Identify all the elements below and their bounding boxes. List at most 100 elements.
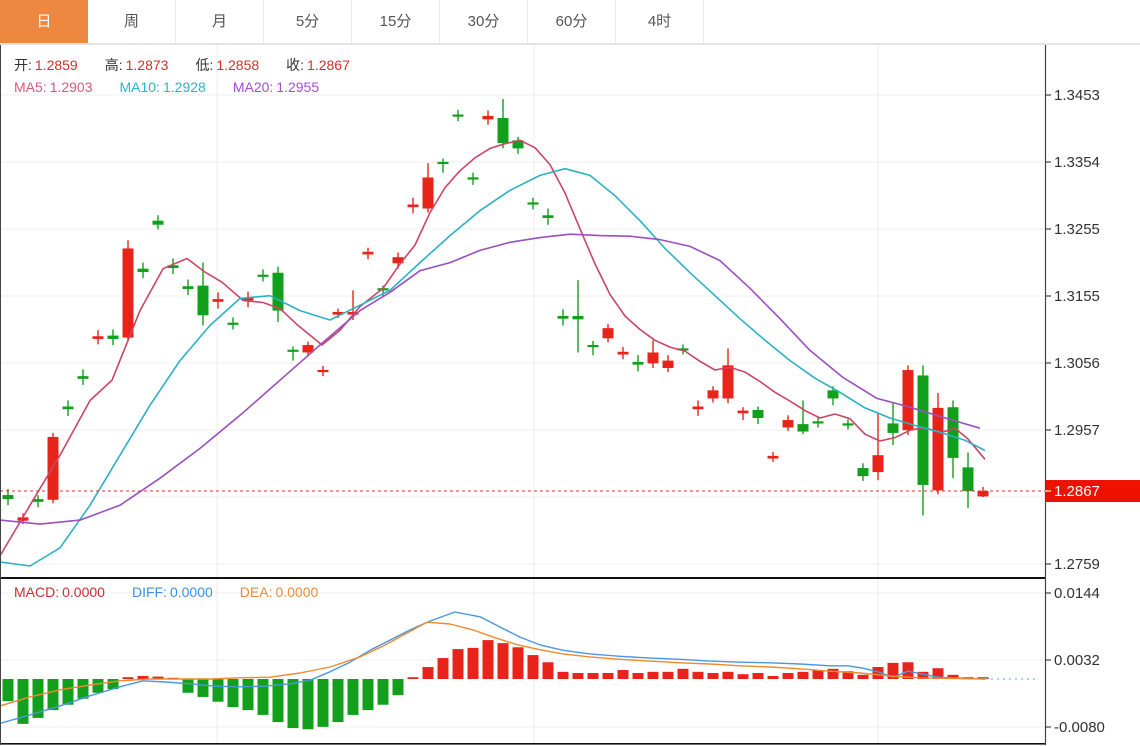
tab-day[interactable]: 日 [0, 0, 88, 43]
macd-bar [738, 674, 749, 679]
macd-bar [243, 679, 254, 710]
candle-body [183, 286, 194, 289]
macd-bar [573, 673, 584, 679]
macd-axis-label: 0.0144 [1054, 585, 1100, 602]
macd-bar [498, 643, 509, 679]
price-axis-label: 1.3155 [1054, 288, 1100, 305]
candle-body [873, 455, 884, 472]
tab-30min[interactable]: 30分 [440, 0, 528, 43]
legend-value: 1.2858 [216, 57, 259, 73]
candle-body [633, 362, 644, 365]
candle-body [123, 248, 134, 337]
legend-label: DIFF: [132, 584, 167, 600]
ma-legend: MA5:1.2903 MA10:1.2928 MA20:1.2955 [14, 79, 346, 95]
macd-bar [783, 673, 794, 679]
candle-body [468, 177, 479, 179]
candle-body [738, 411, 749, 414]
candle-body [723, 365, 734, 398]
legend-label: MA10: [120, 79, 160, 95]
legend-value: 1.2903 [50, 79, 93, 95]
macd-bar [528, 655, 539, 679]
candle-body [693, 407, 704, 410]
macd-bar [798, 672, 809, 679]
candle-body [138, 269, 149, 272]
tab-5min[interactable]: 5分 [264, 0, 352, 43]
price-axis-label: 1.2759 [1054, 556, 1100, 573]
candle-body [978, 491, 989, 496]
candle-body [3, 495, 14, 499]
legend-label: MA5: [14, 79, 47, 95]
macd-bar [693, 672, 704, 679]
price-axis: 1.34531.33541.32551.31551.30561.29571.27… [1045, 87, 1140, 573]
app-root: 1.34531.33541.32551.31551.30561.29571.27… [0, 0, 1140, 746]
macd-bar [663, 672, 674, 679]
candle-body [933, 408, 944, 490]
tab-week[interactable]: 周 [88, 0, 176, 43]
candle-body [663, 361, 674, 368]
tab-15min[interactable]: 15分 [352, 0, 440, 43]
macd-bar [198, 679, 209, 697]
current-price-badge-label: 1.2867 [1054, 483, 1100, 500]
macd-bar [828, 669, 839, 679]
macd-bar [618, 670, 629, 679]
candle-body [438, 162, 449, 164]
macd-bar [348, 679, 359, 715]
tab-month[interactable]: 月 [176, 0, 264, 43]
macd-bar [213, 679, 224, 702]
candle-body [273, 273, 284, 311]
macd-bar [558, 672, 569, 679]
price-axis-label: 1.3056 [1054, 355, 1100, 372]
macd-bar [363, 679, 374, 710]
macd-axis-label: 0.0032 [1054, 652, 1100, 669]
macd-bar [123, 677, 134, 679]
macd-bar [543, 662, 554, 679]
macd-axis-label: -0.0080 [1054, 719, 1105, 736]
legend-value: 0.0000 [62, 584, 105, 600]
candle-body [318, 370, 329, 372]
legend-label: DEA: [240, 584, 273, 600]
candle-body [453, 115, 464, 117]
macd-bar [48, 679, 59, 710]
price-axis-label: 1.3255 [1054, 221, 1100, 238]
candlestick-series [3, 99, 989, 524]
candle-body [78, 376, 89, 379]
ma-legend-item: MA10:1.2928 [120, 79, 206, 95]
macd-bar [633, 673, 644, 679]
macd-bar [378, 679, 389, 705]
legend-value: 0.0000 [275, 584, 318, 600]
candle-body [288, 350, 299, 352]
macd-bar [813, 670, 824, 679]
candle-body [948, 407, 959, 458]
chart-canvas[interactable]: 1.34531.33541.32551.31551.30561.29571.27… [0, 0, 1140, 746]
legend-label: 收: [286, 57, 304, 73]
candle-body [423, 177, 434, 208]
ohlc-legend-item: 开:1.2859 [14, 57, 78, 73]
price-axis-label: 1.2957 [1054, 422, 1100, 439]
candle-body [228, 323, 239, 325]
macd-bar [423, 667, 434, 679]
candle-body [153, 221, 164, 225]
macd-bar [408, 677, 419, 679]
legend-label: MACD: [14, 584, 59, 600]
tab-60min[interactable]: 60分 [528, 0, 616, 43]
candle-body [558, 316, 569, 319]
macd-bar [288, 679, 299, 728]
macd-bar [63, 679, 74, 705]
macd-bar [753, 673, 764, 679]
macd-bar [303, 679, 314, 729]
legend-value: 1.2867 [307, 57, 350, 73]
candle-body [603, 328, 614, 338]
candle-body [648, 352, 659, 363]
legend-value: 1.2873 [126, 57, 169, 73]
ma-legend-item: MA20:1.2955 [233, 79, 319, 95]
legend-value: 1.2928 [163, 79, 206, 95]
candle-body [753, 410, 764, 418]
candle-body [798, 424, 809, 431]
macd-bar [438, 658, 449, 679]
macd-bar [333, 679, 344, 722]
legend-label: 高: [105, 57, 123, 73]
ohlc-legend-item: 高:1.2873 [105, 57, 169, 73]
macd-bar [513, 647, 524, 679]
legend-value: 0.0000 [170, 584, 213, 600]
tab-4hour[interactable]: 4时 [616, 0, 704, 43]
